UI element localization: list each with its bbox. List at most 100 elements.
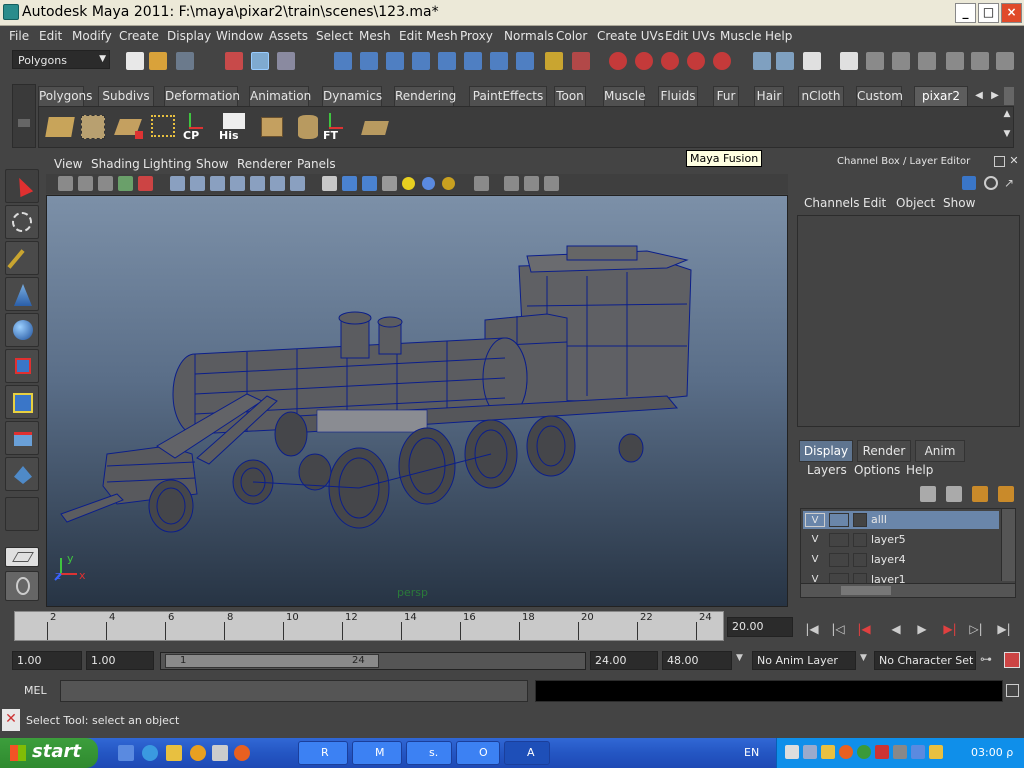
taskbar-item[interactable]: M [352,741,402,765]
tray-icon[interactable] [785,745,799,759]
save-scene-icon[interactable] [176,52,194,70]
universal-manipulator-button[interactable] [5,385,39,419]
output-ops-icon[interactable] [776,52,794,70]
tray-icon[interactable] [821,745,835,759]
xray-joints-icon[interactable] [524,176,539,191]
float-panel-icon[interactable] [994,156,1005,167]
messenger-icon[interactable] [190,745,206,761]
shelf-tab-subdivs[interactable]: Subdivs [98,86,154,106]
clock[interactable]: 03:00 ρ [971,746,1013,759]
render-current-frame-icon[interactable] [866,52,884,70]
hscroll-thumb[interactable] [841,586,891,595]
close-button[interactable]: × [1001,3,1022,23]
menu-select[interactable]: Select [316,29,353,43]
snap-point-icon[interactable] [661,52,679,70]
chevron-down-icon[interactable]: ▼ [860,653,870,667]
mel-input[interactable] [60,680,528,702]
vp-menu-panels[interactable]: Panels [297,157,336,171]
shelf-tab-fur[interactable]: Fur [713,86,739,106]
script-editor-icon[interactable] [1006,684,1019,697]
shelf-icon-10[interactable] [359,111,389,143]
menu-help[interactable]: Help [765,29,792,43]
channel-box-tool-icon[interactable]: ↗ [1004,176,1018,190]
menu-window[interactable]: Window [216,29,263,43]
menu-normals[interactable]: Normals [504,29,554,43]
layer-color-swatch[interactable] [853,533,867,547]
shelf-icon-1[interactable] [45,111,75,143]
shelf-tab-fluids[interactable]: Fluids [658,86,698,106]
language-indicator[interactable]: EN [744,746,759,759]
media-player-icon[interactable] [212,745,228,761]
animation-end-field[interactable]: 48.00 [662,651,732,670]
resolution-gate-icon[interactable] [210,176,225,191]
menu-color[interactable]: Color [556,29,587,43]
layer-template-toggle[interactable] [829,513,849,527]
quick-launch-icon[interactable] [166,745,182,761]
new-layer-selected-icon[interactable] [998,486,1014,502]
internet-explorer-icon[interactable] [142,745,158,761]
wireframe-on-shaded-icon[interactable] [362,176,377,191]
close-panel-icon[interactable]: ✕ [1008,155,1020,167]
wireframe-icon[interactable] [322,176,337,191]
scale-tool-button[interactable] [5,349,39,383]
shelf-tab-toon[interactable]: Toon [554,86,586,106]
shelf-tab-custom[interactable]: Custom [856,86,903,106]
auto-key-icon[interactable]: ⊶ [980,652,998,668]
layer-menu-options[interactable]: Options [854,463,900,477]
layer-tab-render[interactable]: Render [857,440,911,462]
gate-mask-icon[interactable] [230,176,245,191]
menu-assets[interactable]: Assets [269,29,308,43]
play-forward-icon[interactable]: ▶ [910,620,934,638]
smooth-shade-icon[interactable] [342,176,357,191]
select-by-dynamic-icon[interactable] [464,52,482,70]
select-by-surface-icon[interactable] [412,52,430,70]
hud-icon[interactable] [544,176,559,191]
animation-start-field[interactable]: 1.00 [12,651,82,670]
render-settings-icon[interactable] [918,52,936,70]
go-to-end-icon[interactable]: ▶| [992,620,1016,638]
layer-menu-help[interactable]: Help [906,463,933,477]
channel-box-icon[interactable] [996,52,1014,70]
select-tool-button[interactable] [5,169,39,203]
open-scene-icon[interactable] [149,52,167,70]
shadows-icon[interactable] [442,177,455,190]
xray-icon[interactable] [504,176,519,191]
layer-row[interactable]: V layer5 [803,531,999,549]
volume-icon[interactable] [893,745,907,759]
step-forward-frame-icon[interactable]: ▷| [964,620,988,638]
channel-box-panel[interactable] [797,215,1020,427]
soft-modify-tool-button[interactable] [5,421,39,455]
cb-menu-show[interactable]: Show [943,196,975,210]
safe-title-icon[interactable] [290,176,305,191]
start-button[interactable]: start [0,738,98,768]
layer-row[interactable]: V alll [803,511,999,529]
vp-menu-show[interactable]: Show [196,157,228,171]
playback-end-field[interactable]: 24.00 [590,651,658,670]
attribute-editor-icon[interactable] [946,52,964,70]
maximize-button[interactable]: □ [978,3,999,23]
menu-muscle[interactable]: Muscle [720,29,762,43]
shelf-tab-muscle[interactable]: Muscle [603,86,646,106]
go-to-start-icon[interactable]: |◀ [800,620,824,638]
select-by-joint-icon[interactable] [360,52,378,70]
minimize-button[interactable]: _ [955,3,976,23]
shelf-menu-handle[interactable] [12,84,36,148]
textured-icon[interactable] [382,176,397,191]
channel-box-attr-icon[interactable] [984,176,998,190]
grid-icon[interactable] [170,176,185,191]
safe-action-icon[interactable] [270,176,285,191]
construction-history-icon[interactable] [803,52,821,70]
shelf-icon-4[interactable] [149,111,179,143]
layer-tab-display[interactable]: Display [799,440,853,462]
shelf-tab-pixar2[interactable]: pixar2 [914,86,968,106]
move-layer-down-icon[interactable] [946,486,962,502]
select-component-icon[interactable] [277,52,295,70]
menu-create[interactable]: Create [119,29,159,43]
menu-mesh[interactable]: Mesh [359,29,391,43]
help-close-icon[interactable]: ✕ [2,709,20,731]
lasso-tool-button[interactable] [5,205,39,239]
2d-pan-zoom-icon[interactable] [118,176,133,191]
single-perspective-layout-button[interactable] [5,547,39,567]
shelf-up-icon[interactable]: ▲ [1001,109,1013,123]
shelf-icon-3[interactable] [114,111,145,143]
